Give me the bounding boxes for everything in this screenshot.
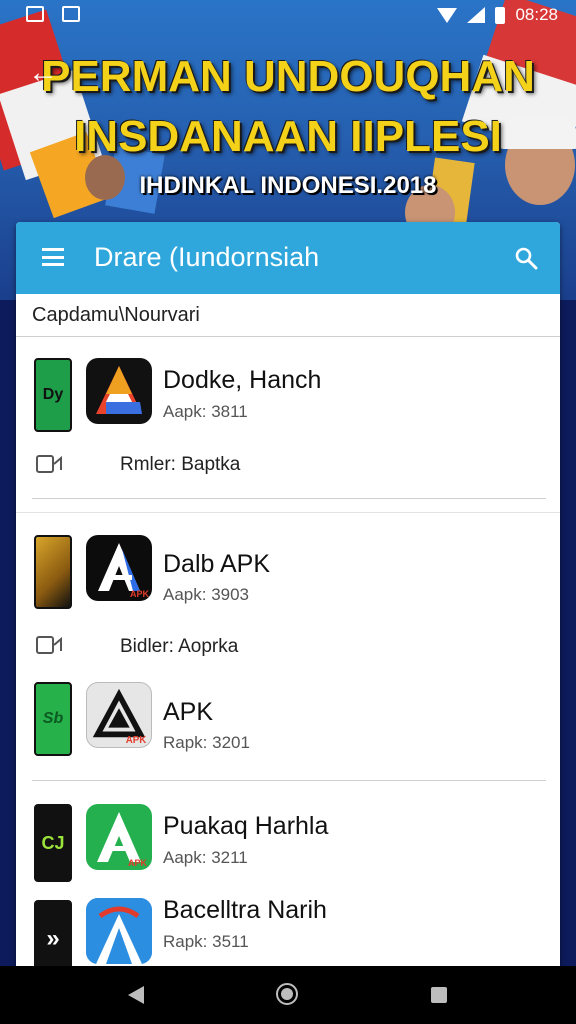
svg-text:APK: APK (126, 735, 146, 746)
divider (32, 780, 546, 781)
back-arrow-icon[interactable]: ← (28, 58, 58, 88)
nav-recents-icon[interactable] (431, 987, 447, 1003)
app-meta: Bidler: Aoprka (120, 636, 239, 657)
app-name: Bacelltra Narih (163, 896, 327, 924)
video-icon (36, 636, 62, 654)
navigation-bar (0, 966, 576, 1024)
battery-icon (495, 6, 506, 24)
app-bar-title: Drare (Iundornsiah (94, 242, 320, 272)
divider (16, 336, 560, 337)
banner-title-line2: INSDANAAN IIPLESI (74, 112, 502, 161)
nav-home-icon[interactable] (276, 983, 298, 1005)
app-name: Dodke, Hanch (163, 366, 322, 394)
nav-back-icon[interactable] (128, 986, 144, 1004)
signal-icon (467, 7, 486, 23)
app-thumbnail (34, 535, 72, 609)
divider (16, 512, 560, 513)
app-size: Rapk: 3511 (163, 932, 249, 951)
wifi-icon (437, 7, 458, 23)
app-name: Puakaq Harhla (163, 812, 329, 840)
app-icon (86, 358, 152, 424)
clock: 08:28 (515, 5, 558, 24)
app-icon (86, 898, 152, 964)
app-notification-icon (62, 6, 80, 22)
app-size: Aapk: 3211 (163, 848, 248, 867)
app-icon: APK (86, 804, 152, 870)
banner-subtitle: IHDINKAL INDONESI.2018 (139, 172, 437, 199)
status-bar: 08:28 (0, 0, 576, 30)
banner-title-line1: PERMAN UNDOUQHAN (41, 52, 535, 101)
app-bar: Drare (Iundornsiah (16, 222, 560, 294)
section-label: Capdamu\Nourvari (32, 304, 200, 326)
app-size: Rapk: 3201 (163, 733, 250, 752)
app-thumbnail: Sb (34, 682, 72, 756)
app-name: Dalb APK (163, 550, 271, 578)
video-icon (36, 455, 62, 473)
svg-text:APK: APK (128, 858, 148, 868)
app-icon: APK (86, 682, 152, 748)
app-thumbnail: CJ (34, 804, 72, 882)
app-thumbnail: Dy (34, 358, 72, 432)
search-icon[interactable] (514, 246, 538, 270)
app-list-card: Drare (Iundornsiah Capdamu\Nourvari Dy D… (16, 222, 560, 982)
svg-text:APK: APK (130, 589, 150, 599)
app-name: APK (163, 698, 214, 726)
app-icon: APK (86, 535, 152, 601)
app-meta: Rmler: Baptka (120, 454, 241, 475)
app-size: Aapk: 3903 (163, 585, 250, 604)
divider (32, 498, 546, 499)
menu-icon[interactable] (42, 248, 64, 266)
gallery-notification-icon (26, 6, 44, 22)
app-size: Aapk: 3811 (163, 402, 248, 421)
